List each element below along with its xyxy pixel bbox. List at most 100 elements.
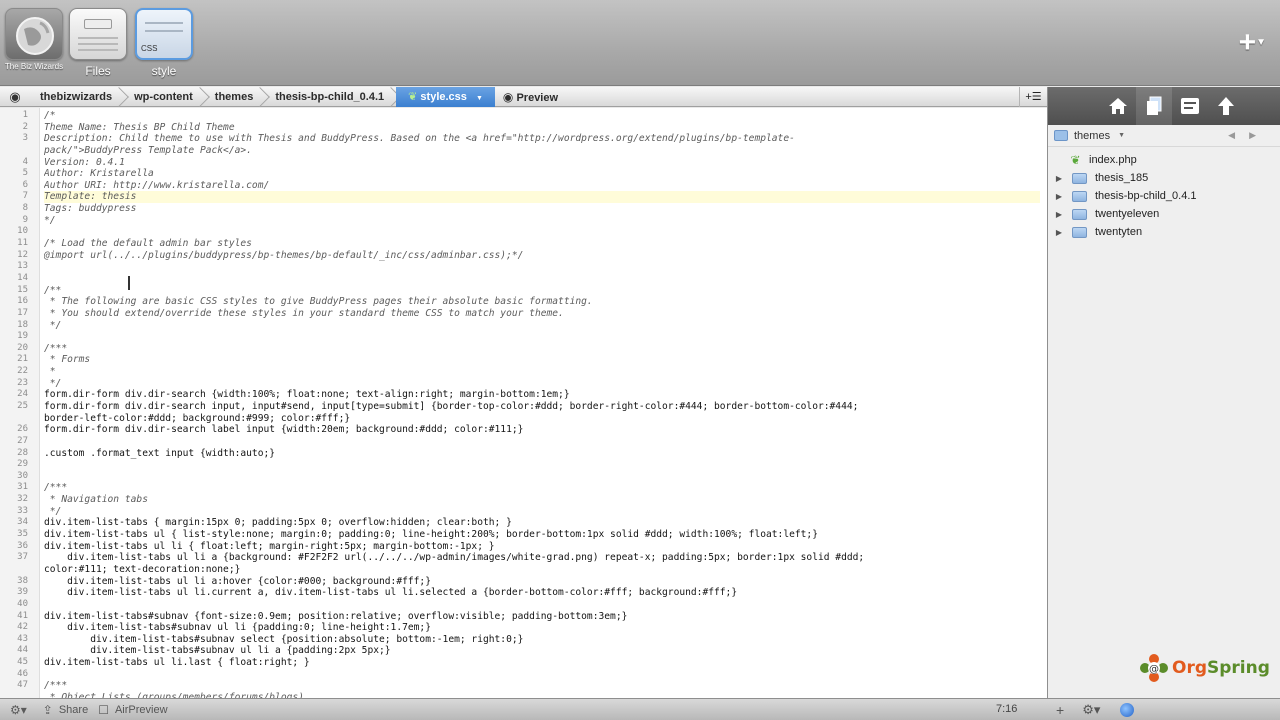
code-line[interactable]: border-left-color:#ddd; background:#999;… bbox=[44, 413, 350, 425]
current-folder-selector[interactable]: themes ▼ ◀▶ bbox=[1048, 125, 1280, 147]
code-line[interactable]: .custom .format_text input {width:auto;} bbox=[44, 448, 275, 460]
tree-item-folder[interactable]: ▶ twentyeleven bbox=[1048, 205, 1280, 223]
breadcrumb-item[interactable]: thebizwizards bbox=[30, 87, 124, 107]
code-editor[interactable]: 1 2 3 4 5 6 7 8 9 10 11 12 13 14 15 16 17 18 19 20 21 22 23 24 2… bbox=[0, 108, 1047, 698]
disclosure-triangle-icon[interactable]: ▶ bbox=[1052, 192, 1066, 201]
nav-arrows-icon[interactable]: ◀▶ bbox=[1228, 130, 1270, 141]
add-icon[interactable]: + bbox=[1056, 702, 1064, 718]
disclosure-triangle-icon[interactable]: ▶ bbox=[1052, 228, 1066, 237]
code-line[interactable]: * You should extend/override these style… bbox=[44, 308, 564, 320]
code-line[interactable]: div.item-list-tabs ul li a:hover {color:… bbox=[44, 576, 431, 588]
line-number: 23 bbox=[17, 377, 28, 388]
line-number: 6 bbox=[22, 179, 28, 190]
code-line[interactable]: color:#111; text-decoration:none;} bbox=[44, 564, 240, 576]
disclosure-triangle-icon[interactable]: ▶ bbox=[1052, 210, 1066, 219]
code-line[interactable]: */ bbox=[44, 378, 62, 390]
checkbox-icon: ☐ bbox=[98, 702, 109, 717]
files-button[interactable] bbox=[1136, 87, 1172, 125]
folder-icon bbox=[1072, 208, 1087, 220]
code-line[interactable]: Theme Name: Thesis BP Child Theme bbox=[44, 122, 235, 134]
breadcrumb-item[interactable]: wp-content bbox=[124, 87, 205, 107]
preview-button[interactable]: ◉ Preview bbox=[503, 90, 558, 104]
code-line[interactable]: div.item-list-tabs { margin:15px 0; padd… bbox=[44, 517, 512, 529]
code-line[interactable]: Description: Child theme to use with The… bbox=[44, 133, 795, 145]
code-line[interactable]: div.item-list-tabs ul li { float:left; m… bbox=[44, 541, 495, 553]
code-line[interactable]: /* bbox=[44, 110, 56, 122]
upload-arrow-icon bbox=[1218, 97, 1234, 115]
code-line[interactable]: div.item-list-tabs#subnav select {positi… bbox=[44, 634, 523, 646]
code-line[interactable]: /*** bbox=[44, 482, 67, 494]
code-line[interactable]: div.item-list-tabs#subnav ul li a {paddi… bbox=[44, 645, 390, 657]
tree-item-folder[interactable]: ▶ thesis-bp-child_0.4.1 bbox=[1048, 187, 1280, 205]
tree-item-folder[interactable]: ▶ twentyten bbox=[1048, 223, 1280, 241]
globe-icon[interactable] bbox=[1120, 702, 1135, 717]
chevron-down-icon: ▼ bbox=[1118, 132, 1126, 139]
code-line[interactable]: */ bbox=[44, 506, 62, 518]
panel-toolbar bbox=[1048, 87, 1280, 125]
home-button[interactable] bbox=[1100, 87, 1136, 125]
add-menu-button[interactable]: +▼ bbox=[1239, 28, 1266, 58]
notes-icon bbox=[1181, 98, 1199, 114]
code-line[interactable]: pack/">BuddyPress Template Pack</a>. bbox=[44, 145, 252, 157]
code-line[interactable]: Template: thesis bbox=[44, 191, 1040, 204]
breadcrumb-item[interactable]: themes bbox=[205, 87, 266, 107]
folder-icon bbox=[1072, 190, 1087, 202]
code-line[interactable]: * The following are basic CSS styles to … bbox=[44, 296, 593, 308]
line-number: 14 bbox=[17, 272, 28, 283]
share-button[interactable]: ⇪ Share bbox=[43, 703, 88, 717]
code-line[interactable]: * Navigation tabs bbox=[44, 494, 148, 506]
chevron-down-icon: ▼ bbox=[475, 94, 483, 102]
code-line[interactable]: div.item-list-tabs ul { list-style:none;… bbox=[44, 529, 818, 541]
tree-item-file[interactable]: ❦ index.php bbox=[1048, 151, 1280, 169]
breadcrumb-active-file[interactable]: ❦ style.css ▼ bbox=[396, 86, 495, 107]
line-number: 44 bbox=[17, 645, 28, 656]
line-number: 29 bbox=[17, 459, 28, 470]
code-line[interactable]: Version: 0.4.1 bbox=[44, 157, 125, 169]
tree-item-folder[interactable]: ▶ thesis_185 bbox=[1048, 169, 1280, 187]
project-style[interactable]: CSS style bbox=[134, 8, 194, 78]
code-line[interactable]: */ bbox=[44, 215, 56, 227]
active-file-label: style.css bbox=[420, 90, 467, 103]
line-number: 34 bbox=[17, 517, 28, 528]
line-number: 41 bbox=[17, 610, 28, 621]
code-line[interactable]: div.item-list-tabs#subnav {font-size:0.9… bbox=[44, 611, 627, 623]
gear-icon[interactable]: ⚙▾ bbox=[1082, 702, 1100, 718]
line-number: 8 bbox=[22, 203, 28, 214]
project-thebizwizards[interactable]: The Biz Wizards bbox=[4, 8, 64, 71]
upload-button[interactable] bbox=[1208, 87, 1244, 125]
tree-item-label: thesis-bp-child_0.4.1 bbox=[1095, 190, 1197, 202]
code-line[interactable]: /* Load the default admin bar styles bbox=[44, 238, 252, 250]
code-line[interactable]: /*** bbox=[44, 343, 67, 355]
code-line[interactable]: @import url(../../plugins/buddypress/bp-… bbox=[44, 250, 523, 262]
line-number: 1 bbox=[22, 110, 28, 120]
code-line[interactable]: form.dir-form div.dir-search {width:100%… bbox=[44, 389, 570, 401]
settings-menu-button[interactable]: ⚙▾ bbox=[10, 703, 33, 717]
airpreview-toggle[interactable]: ☐ AirPreview bbox=[98, 703, 167, 717]
line-number: 22 bbox=[17, 366, 28, 377]
orgspring-logo: @ OrgSpring bbox=[1140, 654, 1270, 682]
notes-button[interactable] bbox=[1172, 87, 1208, 125]
leaf-icon: ❦ bbox=[408, 90, 418, 103]
code-line[interactable]: Author: Kristarella bbox=[44, 168, 154, 180]
code-line[interactable]: * bbox=[44, 366, 56, 378]
eye-icon[interactable]: ◉ bbox=[0, 89, 30, 105]
file-browser-panel: themes ▼ ◀▶ ❦ index.php ▶ thesis_185 ▶ t… bbox=[1047, 87, 1280, 698]
code-line[interactable]: /** bbox=[44, 285, 61, 297]
line-number: 11 bbox=[17, 238, 28, 249]
code-line[interactable]: form.dir-form div.dir-search label input… bbox=[44, 424, 523, 436]
disclosure-triangle-icon[interactable]: ▶ bbox=[1052, 174, 1066, 183]
code-line[interactable]: div.item-list-tabs ul li.current a, div.… bbox=[44, 587, 737, 599]
code-line[interactable]: Author URI: http://www.kristarella.com/ bbox=[44, 180, 269, 192]
code-line[interactable]: div.item-list-tabs#subnav ul li {padding… bbox=[44, 622, 431, 634]
project-files[interactable]: Files bbox=[68, 8, 128, 78]
list-menu-icon[interactable]: +☰ bbox=[1019, 86, 1047, 107]
line-number: 19 bbox=[17, 331, 28, 342]
code-line[interactable]: /*** bbox=[44, 680, 67, 692]
code-line[interactable]: div.item-list-tabs ul li a {background: … bbox=[44, 552, 864, 564]
code-line[interactable]: */ bbox=[44, 320, 62, 332]
code-line[interactable]: div.item-list-tabs ul li.last { float:ri… bbox=[44, 657, 310, 669]
code-line[interactable]: * Forms bbox=[44, 354, 90, 366]
breadcrumb-item[interactable]: thesis-bp-child_0.4.1 bbox=[265, 87, 396, 107]
code-line[interactable]: Tags: buddypress bbox=[44, 203, 136, 215]
code-line[interactable]: form.dir-form div.dir-search input, inpu… bbox=[44, 401, 858, 413]
